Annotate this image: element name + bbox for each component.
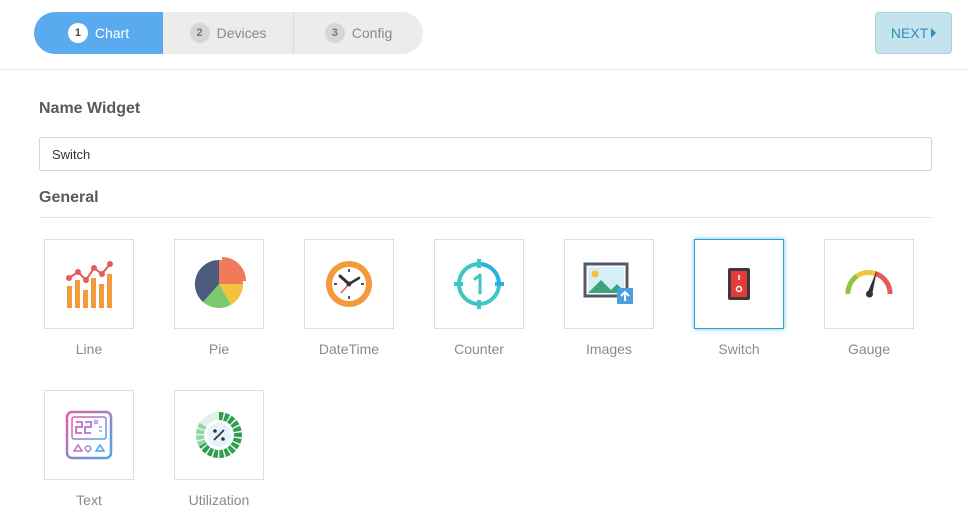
widget-tile-label: Images [586,341,632,357]
section-divider [39,217,932,218]
widget-tile-box [564,239,654,329]
widget-tile-label: Switch [718,341,760,357]
widget-tile-line[interactable]: Line [44,239,134,357]
widget-tile-box [44,390,134,480]
name-widget-label: Name Widget [39,100,141,117]
wizard-header: 1 Chart 2 Devices 3 Config NEXT [0,0,969,70]
next-button-label: NEXT [890,25,929,41]
caret-right-icon [931,28,937,38]
gauge-icon [845,270,893,298]
widget-tile-box [44,239,134,329]
widget-tile-label: Gauge [847,341,891,357]
next-button[interactable]: NEXT [875,12,952,54]
widget-tile-box [694,239,784,329]
widget-tile-box [304,239,394,329]
widget-tile-pie[interactable]: Pie [174,239,264,357]
widget-tile-box [174,390,264,480]
clock-icon [326,261,372,307]
widget-tile-label: Pie [208,341,230,357]
step-devices[interactable]: 2 Devices [163,12,294,54]
widget-tile-images[interactable]: Images [564,239,654,357]
switch-icon [728,268,750,300]
widget-tile-box [824,239,914,329]
step-number: 1 [67,23,88,43]
widget-tile-gauge[interactable]: Gauge [824,239,914,357]
widget-tile-text[interactable]: Text [44,390,134,508]
step-label: Config [351,25,393,41]
image-upload-icon [583,262,633,304]
widget-tile-box [174,239,264,329]
general-section-title: General [39,189,99,206]
step-label: Chart [94,25,130,41]
widget-tile-counter[interactable]: Counter [434,239,524,357]
widget-tile-label: Line [75,341,103,357]
step-chart[interactable]: 1 Chart [34,12,163,54]
step-config[interactable]: 3 Config [294,12,423,54]
widget-tile-datetime[interactable]: DateTime [304,239,394,357]
line-chart-icon [66,261,113,308]
pie-chart-icon [194,257,246,309]
widget-name-input[interactable] [39,137,932,171]
widget-tile-label: Utilization [188,492,250,508]
step-number: 3 [324,23,345,43]
widget-tile-utilization[interactable]: Utilization [174,390,264,508]
widget-tile-switch[interactable]: Switch [694,239,784,357]
utilization-donut-icon [196,412,242,458]
step-number: 2 [189,23,210,43]
counter-icon [454,259,504,309]
step-label: Devices [216,25,267,41]
widget-tile-label: Counter [454,341,504,357]
wizard-stepper: 1 Chart 2 Devices 3 Config [34,12,423,54]
widget-tile-label: Text [76,492,102,508]
thermostat-display-icon [65,410,113,460]
widget-tile-label: DateTime [318,341,380,357]
widget-tile-box [434,239,524,329]
